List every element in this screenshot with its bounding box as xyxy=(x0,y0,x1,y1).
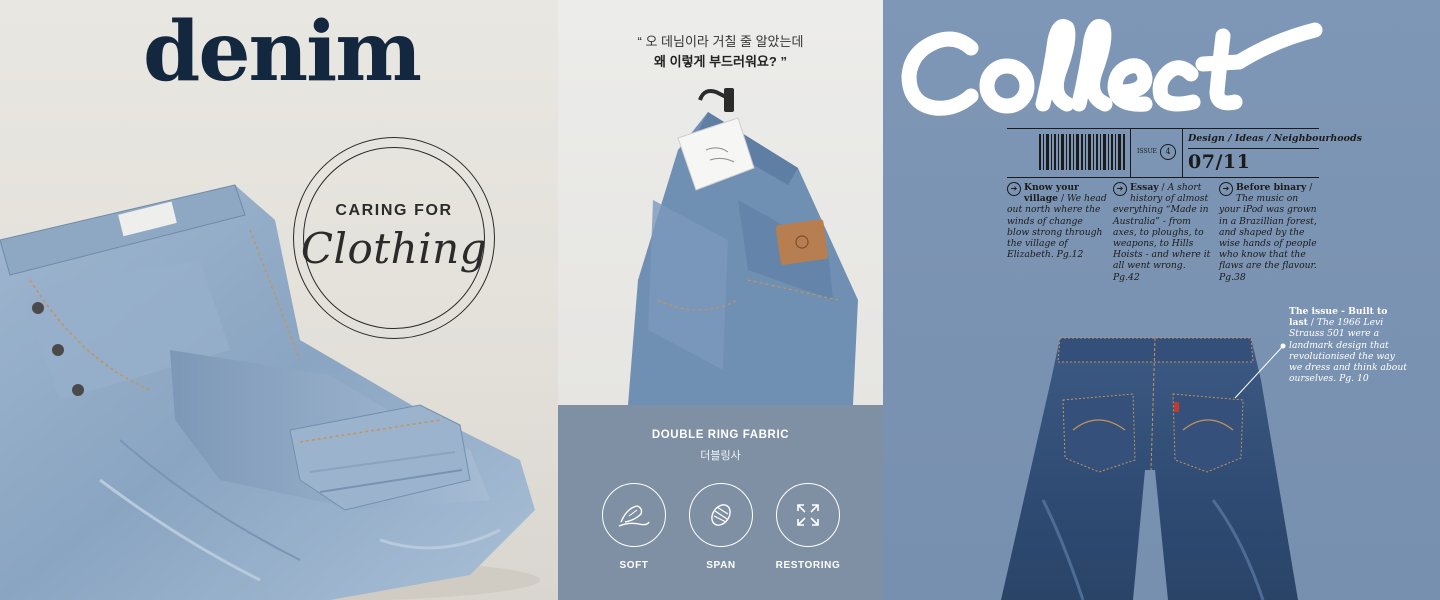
stretch-coil-icon xyxy=(689,483,753,547)
expand-arrows-icon xyxy=(776,483,840,547)
feature-restoring-label: RESTORING xyxy=(775,560,841,571)
fabric-feature-section: DOUBLE RING FABRIC 더블링사 SOFT SPAN RESTOR… xyxy=(558,405,883,600)
quote-line-2: 왜 이렇게 부드러워요? ” xyxy=(654,54,787,69)
badge-line-2: Clothing xyxy=(300,224,488,273)
hanging-jeans-photo: “ 오 데님이라 거칠 줄 알았는데 왜 이렇게 부드러워요? ” xyxy=(558,0,883,405)
feature-soft-label: SOFT xyxy=(619,560,649,571)
caring-for-clothing-badge: CARING FOR Clothing xyxy=(293,137,495,339)
fabric-info-panel: “ 오 데님이라 거칠 줄 알았는데 왜 이렇게 부드러워요? ” DOUBLE… xyxy=(558,0,883,600)
feather-hand-icon xyxy=(602,483,666,547)
feature-span-label: SPAN xyxy=(706,560,736,571)
fabric-title: DOUBLE RING FABRIC xyxy=(651,429,790,441)
feature-soft: SOFT xyxy=(594,483,674,571)
feature-restoring: RESTORING xyxy=(768,483,848,571)
badge-line-1: CARING FOR xyxy=(335,202,453,219)
back-jeans-image xyxy=(1001,337,1298,600)
brand-title: denim xyxy=(143,4,422,100)
feature-span: SPAN xyxy=(681,483,761,571)
collect-magazine-cover: ISSUE 4 Design / Ideas / Neighbourhoods … xyxy=(883,0,1440,600)
denim-care-panel: denim CARING FOR Clothing xyxy=(0,0,558,600)
quote-line-1: “ 오 데님이라 거칠 줄 알았는데 xyxy=(637,34,804,49)
issue-callout: The issue - Built to last / The 1966 Lev… xyxy=(1289,306,1407,385)
fabric-subtitle: 더블링사 xyxy=(700,450,741,462)
